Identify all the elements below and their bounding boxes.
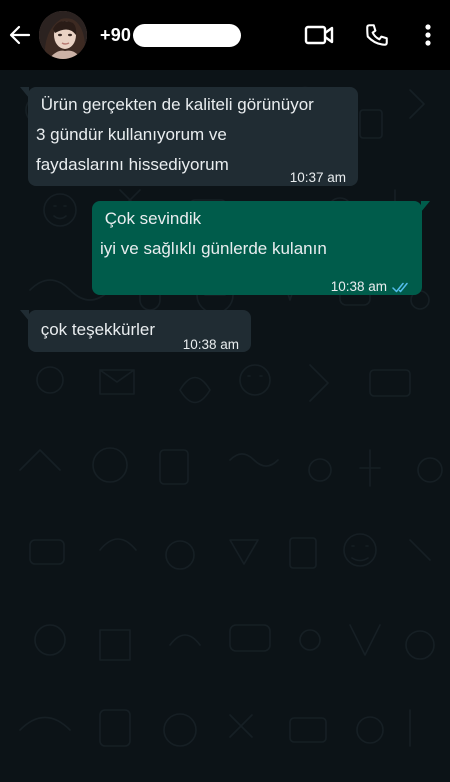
message-line: Ürün gerçekten de kaliteli görünüyor	[36, 95, 314, 114]
message-time: 10:38 am	[182, 337, 239, 352]
message-incoming[interactable]: Ürün gerçekten de kaliteli görünüyor 3 g…	[20, 87, 358, 186]
read-receipt-icon	[392, 282, 410, 293]
message-incoming[interactable]: çok teşekkürler 10:38 am	[20, 310, 251, 352]
message-text: Çok sevindik iyi ve sağlıklı günlerde ku…	[100, 204, 327, 264]
contact-name: +90	[100, 24, 132, 45]
message-text: Ürün gerçekten de kaliteli görünüyor 3 g…	[36, 90, 314, 180]
more-vert-icon	[425, 24, 431, 46]
message-line: çok teşekkürler	[36, 320, 156, 339]
video-call-button[interactable]	[302, 20, 336, 50]
profile-photo	[39, 11, 87, 59]
message-line: Çok sevindik	[100, 209, 202, 228]
avatar[interactable]	[39, 11, 87, 59]
more-options-button[interactable]	[419, 20, 437, 50]
back-button[interactable]	[7, 22, 33, 48]
voice-call-button[interactable]	[362, 20, 392, 50]
message-meta: 10:38 am	[183, 330, 239, 360]
message-line: 3 gündür kullanıyorum ve	[36, 125, 227, 144]
message-outgoing[interactable]: Çok sevindik iyi ve sağlıklı günlerde ku…	[92, 201, 430, 295]
chat-header: +90	[0, 0, 450, 70]
back-arrow-icon	[9, 25, 31, 45]
video-call-icon	[304, 25, 334, 45]
message-line: iyi ve sağlıklı günlerde kulanın	[100, 239, 327, 258]
message-meta: 10:38 am	[331, 272, 410, 302]
message-text: çok teşekkürler	[36, 315, 155, 345]
voice-call-icon	[366, 24, 388, 46]
message-time: 10:37 am	[289, 170, 346, 185]
contact-title[interactable]: +90	[100, 23, 242, 47]
message-line: faydaslarını hissediyorum	[36, 155, 229, 174]
message-time: 10:38 am	[330, 279, 387, 294]
chat-screen: +90 Ürün gerçekten de kaliteli görünüyor…	[0, 0, 450, 782]
redacted-number	[133, 23, 242, 47]
message-meta: 10:37 am	[290, 163, 346, 193]
